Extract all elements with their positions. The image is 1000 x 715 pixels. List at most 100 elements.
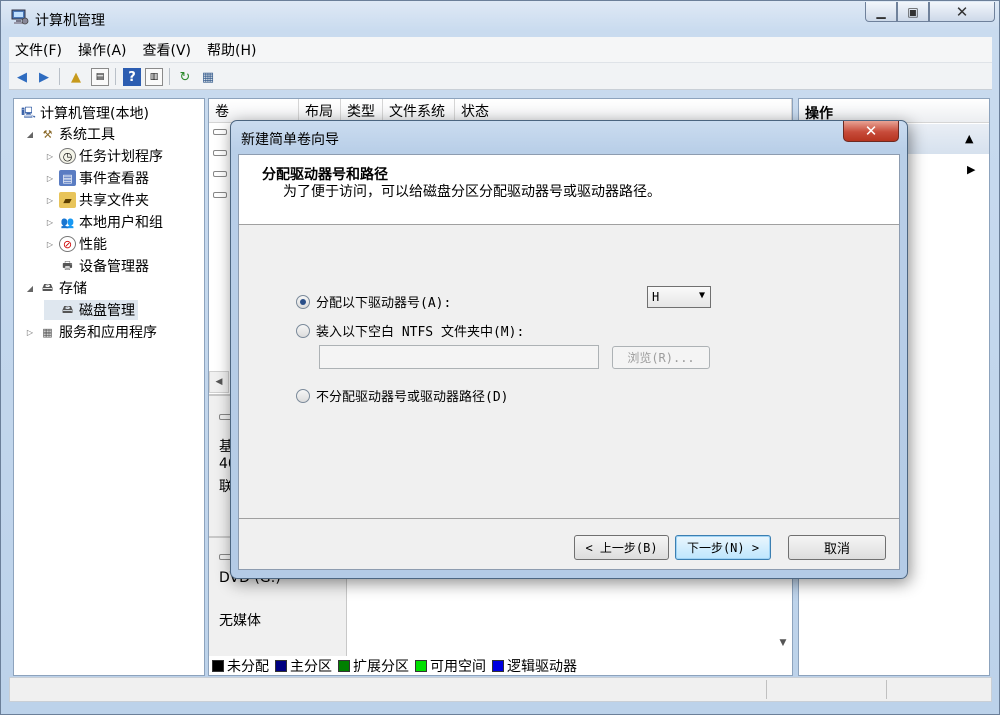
show-hide-tree-icon[interactable]: ▤ xyxy=(91,68,109,86)
collapsed-arrow-icon[interactable]: ▷ xyxy=(44,174,56,183)
expanded-arrow-icon[interactable]: ◢ xyxy=(24,130,36,139)
show-hide-action-pane-icon[interactable]: ▥ xyxy=(145,68,163,86)
refresh-icon[interactable]: ↻ xyxy=(176,68,194,86)
legend-extended: 扩展分区 xyxy=(338,656,409,676)
volume-row-icon xyxy=(213,129,227,135)
radio-mount-ntfs-folder[interactable] xyxy=(296,323,310,338)
tree-item-shared-folders[interactable]: ▷ ▰ 共享文件夹 xyxy=(44,190,149,210)
volume-row-icon xyxy=(213,192,227,198)
collapsed-arrow-icon[interactable]: ▷ xyxy=(44,196,56,205)
new-simple-volume-wizard: 新建简单卷向导 ✕ 分配驱动器号和路径 为了便于访问，可以给磁盘分区分配驱动器号… xyxy=(230,120,908,579)
legend-swatch xyxy=(415,660,427,672)
tree-item-computer-management[interactable]: 🖳 计算机管理(本地) xyxy=(20,103,149,123)
maximize-button[interactable]: ▣ xyxy=(897,2,929,22)
collapsed-arrow-icon[interactable]: ▷ xyxy=(44,218,56,227)
close-icon: ✕ xyxy=(955,2,969,21)
tree-item-performance[interactable]: ▷ ⊘ 性能 xyxy=(44,234,107,254)
scroll-down-icon[interactable]: ▼ xyxy=(775,634,791,652)
tree-item-storage[interactable]: ◢ 🖴 存储 xyxy=(24,278,87,298)
restore-icon: ▣ xyxy=(907,4,919,19)
legend-unallocated: 未分配 xyxy=(212,656,269,676)
minimize-button[interactable]: ▁ xyxy=(865,2,897,22)
dialog-title: 新建简单卷向导 xyxy=(241,132,339,148)
forward-arrow-icon[interactable]: ▶ xyxy=(35,68,53,86)
more-actions-icon[interactable]: ▶ xyxy=(967,163,975,176)
collapsed-arrow-icon[interactable]: ▷ xyxy=(44,240,56,249)
toolbar: ◀ ▶ ▲ ▤ ? ▥ ↻ ▦ xyxy=(9,63,992,90)
radio-no-drive-letter[interactable] xyxy=(296,388,310,403)
browse-button[interactable]: 浏览(R)... xyxy=(612,346,710,369)
column-layout[interactable]: 布局 xyxy=(299,99,341,122)
tree-item-system-tools[interactable]: ◢ ⚒ 系统工具 xyxy=(24,124,115,144)
legend-swatch xyxy=(212,660,224,672)
close-icon: ✕ xyxy=(864,122,878,140)
close-window-button[interactable]: ✕ xyxy=(929,2,995,22)
column-filesystem[interactable]: 文件系统 xyxy=(383,99,455,122)
tree-item-disk-management[interactable]: 🖴 磁盘管理 xyxy=(44,300,138,320)
tree-item-services-apps[interactable]: ▷ ▦ 服务和应用程序 xyxy=(24,322,157,342)
event-viewer-icon: ▤ xyxy=(59,170,76,186)
chevron-down-icon: ▼ xyxy=(698,290,705,301)
legend-swatch xyxy=(492,660,504,672)
volume-row-icon xyxy=(213,171,227,177)
column-volume[interactable]: 卷 xyxy=(209,99,299,122)
performance-icon: ⊘ xyxy=(59,236,76,252)
legend-free-space: 可用空间 xyxy=(415,656,486,676)
device-manager-icon: 🖶 xyxy=(62,258,73,272)
cancel-button[interactable]: 取消 xyxy=(788,535,886,560)
column-type[interactable]: 类型 xyxy=(341,99,383,122)
back-arrow-icon[interactable]: ◀ xyxy=(13,68,31,86)
legend-swatch xyxy=(338,660,350,672)
tree-item-event-viewer[interactable]: ▷ ▤ 事件查看器 xyxy=(44,168,149,188)
drive-letter-select[interactable]: H ▼ xyxy=(647,286,711,308)
help-icon[interactable]: ? xyxy=(123,68,141,86)
clock-icon: ◷ xyxy=(59,148,76,164)
no-media-label: 无媒体 xyxy=(219,613,261,629)
up-folder-icon[interactable]: ▲ xyxy=(67,68,85,86)
column-status[interactable]: 状态 xyxy=(455,99,792,122)
volume-row-icon xyxy=(213,150,227,156)
navigation-tree: 🖳 计算机管理(本地) ◢ ⚒ 系统工具 ▷ ◷ 任务计划程序 ▷ ▤ 事件查看… xyxy=(13,98,205,676)
title-bar[interactable]: 计算机管理 ▁ ▣ ✕ xyxy=(1,1,999,35)
computer-management-icon xyxy=(11,9,29,25)
folder-path-input[interactable] xyxy=(319,345,599,369)
menu-file[interactable]: 文件(F) xyxy=(15,40,62,60)
wizard-page-subtitle: 为了便于访问，可以给磁盘分区分配驱动器号或驱动器路径。 xyxy=(283,184,661,200)
scroll-left-icon[interactable]: ◀ xyxy=(209,371,229,393)
back-button[interactable]: < 上一步(B) xyxy=(574,535,669,560)
option-mount-ntfs-folder[interactable]: 装入以下空白 NTFS 文件夹中(M): xyxy=(296,321,524,340)
shared-folder-icon: ▰ xyxy=(59,192,76,208)
menu-bar: 文件(F) 操作(A) 查看(V) 帮助(H) xyxy=(9,37,992,63)
option-assign-drive-letter[interactable]: 分配以下驱动器号(A): xyxy=(296,292,451,311)
properties-icon[interactable]: ▦ xyxy=(199,68,217,86)
dialog-body: 分配驱动器号和路径 为了便于访问，可以给磁盘分区分配驱动器号或驱动器路径。 分配… xyxy=(238,154,900,570)
expanded-arrow-icon[interactable]: ◢ xyxy=(24,284,36,293)
legend-swatch xyxy=(275,660,287,672)
tree-item-local-users[interactable]: ▷ 👥 本地用户和组 xyxy=(44,212,163,232)
legend-logical-drive: 逻辑驱动器 xyxy=(492,656,577,676)
window-title: 计算机管理 xyxy=(35,13,105,29)
collapse-section-icon[interactable]: ▲ xyxy=(965,132,973,145)
tree-item-task-scheduler[interactable]: ▷ ◷ 任务计划程序 xyxy=(44,146,163,166)
option-no-drive-letter[interactable]: 不分配驱动器号或驱动器路径(D) xyxy=(296,386,508,405)
disk-legend: 未分配 主分区 扩展分区 可用空间 逻辑驱动器 xyxy=(212,656,583,676)
tree-item-device-manager[interactable]: 🖶 设备管理器 xyxy=(44,256,149,276)
disk-icon: 🖴 xyxy=(61,302,74,316)
menu-view[interactable]: 查看(V) xyxy=(143,40,192,60)
menu-action[interactable]: 操作(A) xyxy=(78,40,127,60)
status-bar xyxy=(9,677,992,702)
legend-primary: 主分区 xyxy=(275,656,332,676)
wizard-header: 分配驱动器号和路径 为了便于访问，可以给磁盘分区分配驱动器号或驱动器路径。 xyxy=(239,155,899,225)
radio-assign-drive-letter[interactable] xyxy=(296,294,310,309)
dialog-close-button[interactable]: ✕ xyxy=(843,121,899,142)
collapsed-arrow-icon[interactable]: ▷ xyxy=(44,152,56,161)
footer-divider xyxy=(239,518,899,519)
services-icon: ▦ xyxy=(42,325,53,339)
next-button[interactable]: 下一步(N) > xyxy=(675,535,771,560)
storage-icon: 🖴 xyxy=(41,280,54,294)
collapsed-arrow-icon[interactable]: ▷ xyxy=(24,328,36,337)
menu-help[interactable]: 帮助(H) xyxy=(207,40,256,60)
minimize-icon: ▁ xyxy=(876,4,886,19)
users-icon: 👥 xyxy=(60,215,75,229)
tools-icon: ⚒ xyxy=(42,127,53,141)
